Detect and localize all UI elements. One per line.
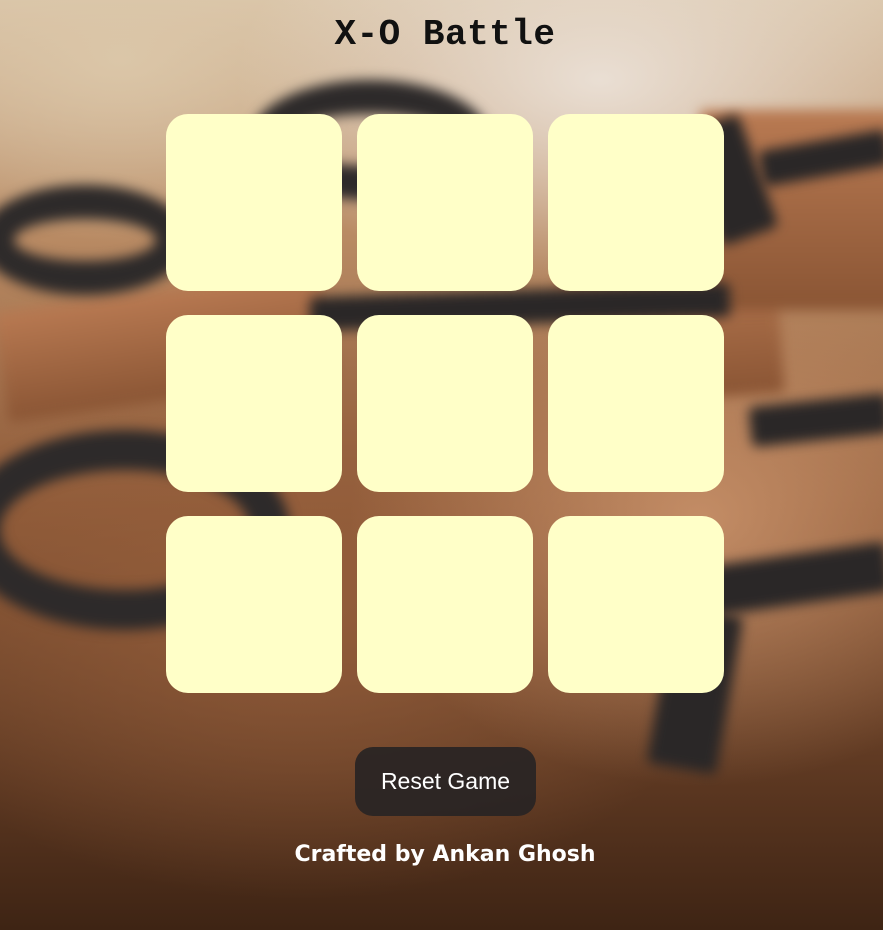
board-cell-3[interactable] <box>548 114 724 291</box>
board-cell-4[interactable] <box>166 315 342 492</box>
board-cell-7[interactable] <box>166 516 342 693</box>
board-cell-2[interactable] <box>357 114 533 291</box>
board-cell-9[interactable] <box>548 516 724 693</box>
game-board <box>166 114 724 693</box>
page-title: X-O Battle <box>334 14 556 55</box>
author-credit: Crafted by Ankan Ghosh <box>294 842 596 867</box>
board-cell-8[interactable] <box>357 516 533 693</box>
board-cell-1[interactable] <box>166 114 342 291</box>
board-cell-5[interactable] <box>357 315 533 492</box>
reset-game-button[interactable]: Reset Game <box>355 747 536 816</box>
board-cell-6[interactable] <box>548 315 724 492</box>
